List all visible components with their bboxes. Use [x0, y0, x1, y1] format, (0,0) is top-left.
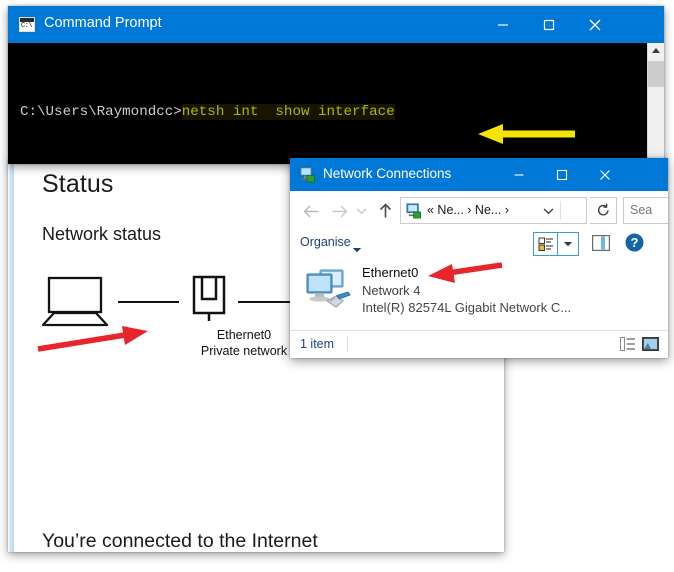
section-title: Network status — [42, 224, 162, 244]
network-adapter-icon — [304, 268, 352, 312]
breadcrumb-location-icon — [406, 203, 422, 219]
network-connections-title: Network Connections — [323, 166, 452, 181]
console-icon: C:\ — [19, 17, 35, 32]
up-one-level-icon[interactable] — [372, 198, 398, 224]
previous-locations-icon[interactable] — [536, 198, 560, 223]
back-arrow-icon[interactable] — [298, 198, 324, 224]
network-connections-titlebar[interactable]: Network Connections — [290, 158, 668, 191]
console-prompt: C:\Users\Raymondcc> — [20, 104, 182, 120]
console-command: netsh int show interface — [181, 104, 395, 120]
change-view-icon — [538, 237, 553, 251]
refresh-icon[interactable] — [590, 197, 617, 224]
list-item-network: Network 4 — [362, 283, 421, 298]
address-bar: « Ne... › Ne... › Sea — [290, 191, 668, 230]
help-icon[interactable]: ? — [625, 233, 644, 252]
large-icons-view-icon[interactable] — [642, 337, 659, 351]
connections-list: Ethernet0 Network 4 Intel(R) 82574L Giga… — [290, 258, 668, 331]
console-icon-text: C:\ — [21, 22, 33, 30]
laptop-icon — [41, 276, 109, 327]
close-icon — [589, 19, 601, 30]
scroll-up-icon[interactable] — [648, 43, 664, 60]
details-view-icon[interactable] — [620, 337, 636, 351]
chevron-down-icon[interactable] — [352, 241, 362, 259]
maximize-icon — [556, 169, 567, 180]
chevron-down-icon — [563, 241, 573, 246]
item-count: 1 item — [300, 337, 335, 351]
connected-heading: You’re connected to the Internet — [42, 530, 318, 552]
console-scrollbar[interactable] — [647, 43, 664, 164]
breadcrumb-separator — [560, 201, 561, 220]
command-prompt-titlebar[interactable]: C:\ Command Prompt — [8, 6, 664, 43]
organise-button[interactable]: Organise — [300, 235, 351, 249]
preview-pane-icon[interactable] — [592, 235, 610, 252]
change-view-button[interactable] — [533, 232, 558, 256]
maximize-button[interactable] — [540, 158, 583, 191]
screenshot-root: Status Network status Ethernet0 Private … — [0, 0, 674, 572]
search-input[interactable]: Sea — [623, 197, 668, 224]
console-text: C:\Users\Raymondcc>netsh int show interf… — [20, 57, 642, 164]
status-bar-separator — [347, 336, 348, 352]
close-button[interactable] — [572, 6, 618, 43]
console-prompt-line: C:\Users\Raymondcc>netsh int show interf… — [20, 101, 642, 123]
list-item-device: Intel(R) 82574L Gigabit Network C... — [362, 300, 572, 315]
page-title: Status — [42, 170, 114, 198]
maximize-button[interactable] — [526, 6, 572, 43]
minimize-icon — [498, 23, 508, 26]
minimize-button[interactable] — [480, 6, 526, 43]
maximize-icon — [543, 19, 555, 30]
search-placeholder-text: Sea — [630, 203, 653, 217]
status-bar: 1 item — [290, 330, 668, 358]
ethernet-adapter-icon — [192, 275, 226, 321]
console-output-area[interactable]: C:\Users\Raymondcc>netsh int show interf… — [8, 43, 664, 164]
command-prompt-title: Command Prompt — [44, 15, 162, 31]
network-connections-window: Network Connections « Ne... › Ne... › Se… — [290, 158, 668, 358]
minimize-icon — [514, 173, 523, 176]
breadcrumb: « Ne... › Ne... › — [427, 203, 509, 217]
network-connections-icon — [299, 166, 316, 183]
list-item[interactable]: Ethernet0 Network 4 Intel(R) 82574L Giga… — [300, 264, 640, 320]
close-button[interactable] — [583, 158, 626, 191]
close-icon — [599, 169, 610, 180]
breadcrumb-bar[interactable]: « Ne... › Ne... › — [400, 197, 587, 224]
list-item-name: Ethernet0 — [362, 265, 419, 280]
svg-text:?: ? — [631, 235, 639, 250]
explorer-toolbar: Organise ? — [290, 230, 668, 259]
command-prompt-window: C:\ Command Prompt C:\Users\Raymondcc>ne… — [8, 6, 664, 164]
recent-locations-icon[interactable] — [352, 198, 370, 224]
forward-arrow-icon[interactable] — [326, 198, 352, 224]
scrollbar-thumb[interactable] — [648, 61, 664, 87]
minimize-button[interactable] — [497, 158, 540, 191]
change-view-dropdown[interactable] — [558, 232, 579, 256]
